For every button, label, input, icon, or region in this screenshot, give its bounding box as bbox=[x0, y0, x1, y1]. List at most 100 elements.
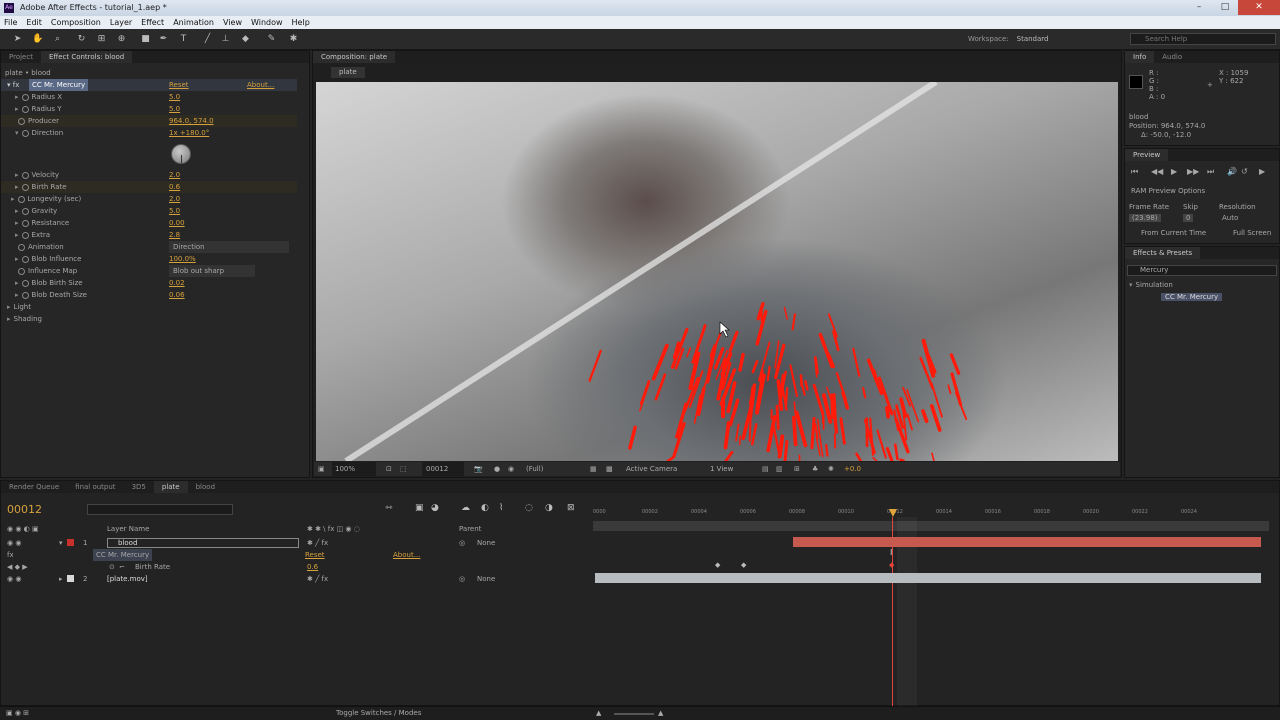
stopwatch-icon[interactable] bbox=[21, 219, 29, 227]
label-color-swatch[interactable] bbox=[67, 539, 74, 546]
composition-subtab[interactable]: plate bbox=[331, 67, 365, 78]
zoom-out-icon[interactable]: ▲ bbox=[596, 709, 601, 717]
ram-preview-icon[interactable]: ▶ bbox=[1259, 167, 1265, 176]
param-value[interactable]: Blob out sharp bbox=[169, 265, 255, 277]
expand-triangle-icon[interactable]: ▸ bbox=[11, 195, 15, 203]
brush-tool-icon[interactable]: ╱ bbox=[202, 34, 213, 45]
tab-preview[interactable]: Preview bbox=[1125, 149, 1169, 161]
close-button[interactable]: ✕ bbox=[1238, 0, 1280, 15]
expand-triangle-icon[interactable]: ▾ bbox=[15, 129, 19, 137]
effect-item-mercury[interactable]: CC Mr. Mercury bbox=[1161, 293, 1223, 301]
param-value[interactable]: 0.6 bbox=[169, 181, 180, 193]
tab-composition-plate[interactable]: Composition: plate bbox=[313, 51, 396, 63]
param-value[interactable]: 2.0 bbox=[169, 193, 180, 205]
menu-window[interactable]: Window bbox=[251, 16, 283, 29]
prev-frame-icon[interactable]: ◀◀ bbox=[1151, 167, 1163, 176]
auto-keyframe-icon[interactable]: ◑ bbox=[545, 503, 553, 513]
quality-dropdown[interactable]: (Full) bbox=[526, 462, 576, 476]
property-row[interactable]: ◀ ◆ ▶ ⊙ ⌐ Birth Rate 0.6 bbox=[1, 561, 591, 573]
rotate-tool-icon[interactable]: ↻ bbox=[76, 34, 87, 45]
toggle-switches-modes[interactable]: Toggle Switches / Modes bbox=[336, 709, 421, 717]
parent-pickwhip-icon[interactable]: ◎ bbox=[459, 537, 465, 549]
stopwatch-icon[interactable] bbox=[17, 195, 25, 203]
timeline-search-input[interactable] bbox=[87, 504, 233, 515]
parent-pickwhip-icon[interactable]: ◎ bbox=[459, 573, 465, 585]
tab-project[interactable]: Project bbox=[1, 51, 41, 63]
menu-animation[interactable]: Animation bbox=[173, 16, 214, 29]
param-value[interactable]: 964.0, 574.0 bbox=[169, 115, 214, 127]
param-value[interactable]: 5.0 bbox=[169, 205, 180, 217]
param-row[interactable]: ▸ Velocity 2.0 bbox=[1, 169, 297, 181]
menu-edit[interactable]: Edit bbox=[26, 16, 42, 29]
camera-tool-icon[interactable]: ⊞ bbox=[96, 34, 107, 45]
expand-triangle-icon[interactable]: ▸ bbox=[59, 573, 63, 585]
work-area-bar[interactable] bbox=[593, 521, 1269, 531]
color-channel-icon[interactable]: ◉ bbox=[508, 462, 514, 476]
col-layer-name[interactable]: Layer Name bbox=[107, 523, 149, 535]
stopwatch-icon[interactable] bbox=[21, 207, 29, 215]
stopwatch-icon[interactable] bbox=[21, 255, 29, 263]
selection-tool-icon[interactable]: ➤ bbox=[12, 34, 23, 45]
keyframe-2-icon[interactable]: ◆ bbox=[741, 561, 746, 569]
layer-switches-icons[interactable]: ✱ ╱ fx bbox=[307, 573, 328, 585]
exposure-icon[interactable]: ✺ bbox=[828, 462, 834, 476]
expand-triangle-icon[interactable]: ▸ bbox=[15, 231, 19, 239]
motion-blur-icon[interactable]: ◐ bbox=[481, 503, 489, 513]
menu-view[interactable]: View bbox=[223, 16, 242, 29]
fit-icon[interactable]: ⊡ bbox=[386, 462, 392, 476]
bottom-icons-left[interactable]: ▣ ◉ ⊞ bbox=[6, 709, 29, 717]
layer-bar-plate[interactable] bbox=[595, 573, 1261, 583]
composition-viewer[interactable] bbox=[316, 82, 1118, 461]
tab-3d5[interactable]: 3D5 bbox=[124, 481, 154, 493]
grid-toggle-icon[interactable]: ▣ bbox=[318, 462, 325, 476]
effect-row[interactable]: fx CC Mr. Mercury Reset About... bbox=[1, 549, 591, 561]
param-value[interactable]: 100.0% bbox=[169, 253, 196, 265]
menu-effect[interactable]: Effect bbox=[141, 16, 164, 29]
keyframe-3-icon[interactable]: ◆ bbox=[889, 561, 894, 569]
resolution-dropdown[interactable]: Auto bbox=[1219, 214, 1241, 222]
next-frame-icon[interactable]: ▶▶ bbox=[1187, 167, 1199, 176]
parent-dropdown[interactable]: None bbox=[477, 573, 573, 585]
param-row[interactable]: ▸ Resistance 0.00 bbox=[1, 217, 297, 229]
param-row[interactable]: ▸ Longevity (sec) 2.0 bbox=[1, 193, 297, 205]
channel-icon[interactable]: ● bbox=[494, 462, 500, 476]
hand-tool-icon[interactable]: ✋ bbox=[32, 34, 43, 45]
param-value[interactable]: 0.00 bbox=[169, 217, 185, 229]
camera-dropdown[interactable]: Active Camera bbox=[626, 462, 706, 476]
effect-about-link[interactable]: About... bbox=[247, 79, 274, 91]
expand-triangle-icon[interactable]: ▸ bbox=[7, 315, 11, 323]
effects-search-input[interactable]: Mercury bbox=[1127, 265, 1277, 276]
param-row[interactable]: ▸ Gravity 5.0 bbox=[1, 205, 297, 217]
param-value[interactable]: 2.8 bbox=[169, 229, 180, 241]
skip-dropdown[interactable]: 0 bbox=[1183, 214, 1194, 222]
tab-audio[interactable]: Audio bbox=[1154, 51, 1190, 63]
maximize-button[interactable]: □ bbox=[1212, 0, 1238, 15]
puppet-tool-icon[interactable]: ✱ bbox=[288, 34, 299, 45]
effect-name[interactable]: CC Mr. Mercury bbox=[29, 79, 89, 91]
layer-name[interactable]: [plate.mov] bbox=[107, 573, 148, 585]
expand-triangle-icon[interactable]: ▸ bbox=[7, 303, 11, 311]
expand-triangle-icon[interactable]: ▸ bbox=[15, 291, 19, 299]
visibility-icon[interactable]: ◉ ◉ bbox=[7, 537, 21, 549]
zoom-dropdown[interactable]: 100% bbox=[332, 462, 376, 476]
frame-blending-icon[interactable]: ☁ bbox=[461, 503, 470, 513]
type-tool-icon[interactable]: T bbox=[178, 34, 189, 45]
expand-triangle-icon[interactable]: ▸ bbox=[15, 219, 19, 227]
graph-icon[interactable]: ⊠ bbox=[567, 503, 575, 513]
param-row[interactable]: Influence Map Blob out sharp bbox=[1, 265, 297, 277]
param-row[interactable]: ▸ Blob Birth Size 0.02 bbox=[1, 277, 297, 289]
mask-tool-icon[interactable]: ■ bbox=[140, 34, 151, 45]
from-current-time-checkbox[interactable]: From Current Time bbox=[1141, 229, 1206, 237]
layer-switches-icons[interactable]: ✱ ╱ fx bbox=[307, 537, 328, 549]
stopwatch-icon[interactable] bbox=[21, 231, 29, 239]
first-frame-icon[interactable]: ⏮ bbox=[1131, 167, 1138, 177]
ram-preview-options[interactable]: RAM Preview Options bbox=[1131, 187, 1251, 195]
time-ruler[interactable]: 0000000020000400006000080001000012000140… bbox=[593, 501, 1269, 521]
minimize-button[interactable]: – bbox=[1186, 0, 1212, 15]
category-simulation[interactable]: ▾ Simulation bbox=[1129, 281, 1173, 289]
clone-tool-icon[interactable]: ⊥ bbox=[220, 34, 231, 45]
menu-help[interactable]: Help bbox=[292, 16, 310, 29]
views-dropdown[interactable]: 1 View bbox=[710, 462, 760, 476]
direction-dial[interactable] bbox=[171, 144, 191, 164]
zoom-tool-icon[interactable]: ⌕ bbox=[52, 34, 63, 45]
